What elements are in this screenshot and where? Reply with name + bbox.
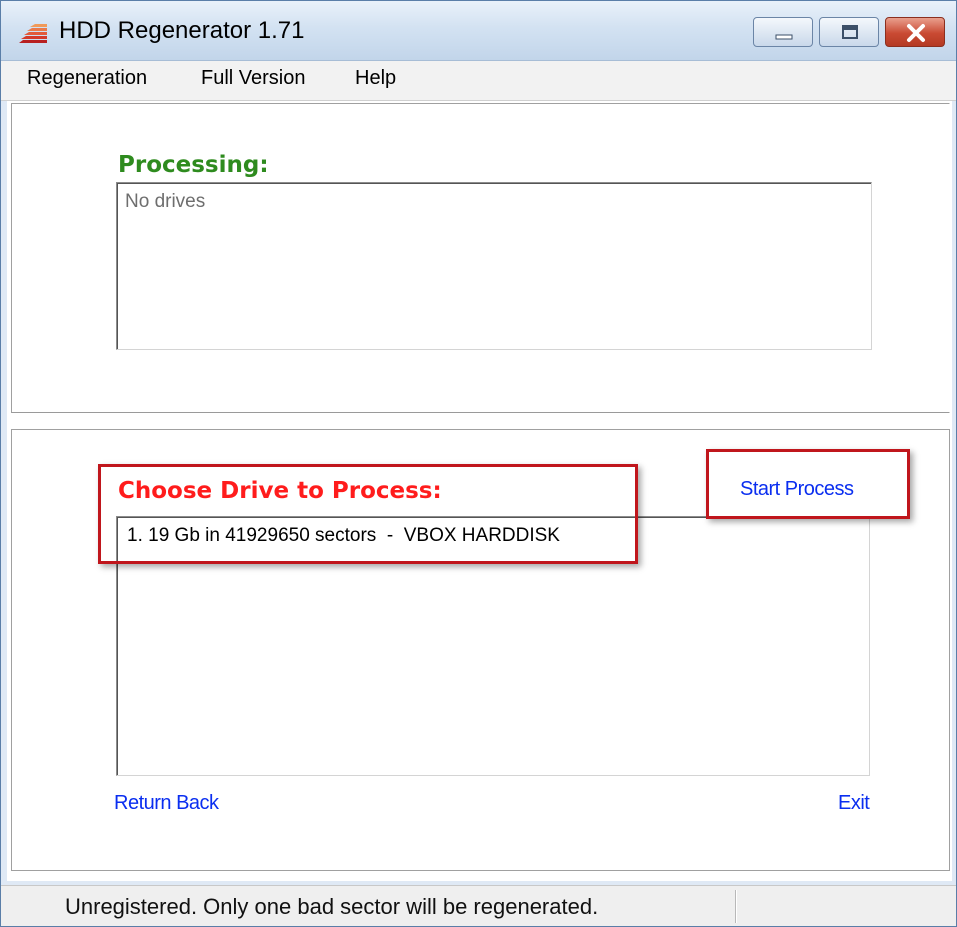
processing-heading: Processing:	[118, 152, 269, 178]
menu-help[interactable]: Help	[355, 67, 396, 90]
close-icon	[907, 24, 925, 42]
window-title: HDD Regenerator 1.71	[59, 17, 305, 44]
menu-full-version[interactable]: Full Version	[201, 67, 306, 90]
start-process-link[interactable]: Start Process	[740, 478, 854, 501]
menu-regeneration[interactable]: Regeneration	[27, 67, 147, 90]
minimize-icon	[775, 34, 793, 40]
drive-list-item[interactable]: 1. 19 Gb in 41929650 sectors - VBOX HARD…	[127, 525, 560, 547]
return-back-link[interactable]: Return Back	[114, 792, 219, 815]
close-button[interactable]	[885, 17, 945, 47]
processing-panel: Processing: No drives	[11, 103, 950, 413]
maximize-button[interactable]	[819, 17, 879, 47]
choose-drive-heading: Choose Drive to Process:	[118, 478, 442, 504]
choose-drive-panel: Choose Drive to Process: Start Process 1…	[11, 429, 950, 871]
drive-listbox[interactable]: 1. 19 Gb in 41929650 sectors - VBOX HARD…	[116, 516, 870, 776]
app-window: HDD Regenerator 1.71 Regeneration Full V…	[0, 0, 957, 927]
processing-list-empty-text: No drives	[125, 191, 206, 212]
title-bar[interactable]: HDD Regenerator 1.71	[1, 1, 956, 61]
exit-link[interactable]: Exit	[838, 792, 870, 815]
client-area: Processing: No drives Choose Drive to Pr…	[7, 101, 952, 881]
processing-listbox[interactable]: No drives	[116, 182, 872, 350]
maximize-icon	[842, 25, 858, 39]
menu-bar: Regeneration Full Version Help	[1, 61, 956, 101]
hdd-regenerator-logo-icon	[17, 21, 49, 45]
minimize-button[interactable]	[753, 17, 813, 47]
status-message: Unregistered. Only one bad sector will b…	[65, 894, 599, 919]
status-bar: Unregistered. Only one bad sector will b…	[1, 885, 956, 926]
status-separator	[735, 890, 737, 923]
